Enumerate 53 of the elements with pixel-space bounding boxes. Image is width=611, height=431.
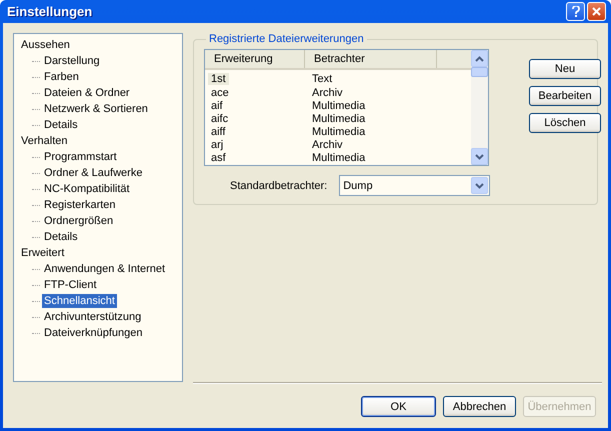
default-viewer-label: Standardbetrachter: xyxy=(230,180,328,192)
table-cell: Archiv xyxy=(312,139,343,152)
tree-item[interactable]: Registerkarten xyxy=(42,198,118,212)
close-icon xyxy=(592,7,601,16)
table-cell[interactable]: aifc xyxy=(208,112,232,125)
tree-item[interactable]: Farben xyxy=(42,70,81,84)
table-cell[interactable]: aiff xyxy=(208,126,228,138)
dialog-button[interactable]: Abbrechen xyxy=(443,396,516,417)
list-action-button[interactable]: Löschen xyxy=(529,113,601,133)
list-action-button[interactable]: Neu xyxy=(529,59,601,79)
scrollbar[interactable] xyxy=(471,50,488,165)
tree-item[interactable]: Dateien & Ordner xyxy=(42,86,132,100)
tree-item[interactable]: Erweitert xyxy=(19,246,66,260)
dialog-button[interactable]: OK xyxy=(361,396,436,417)
tree-item[interactable]: Netzwerk & Sortieren xyxy=(42,102,150,116)
tree-item[interactable]: Ordnergrößen xyxy=(42,214,116,228)
tree-item[interactable]: Details xyxy=(42,118,80,132)
list-action-button[interactable]: Bearbeiten xyxy=(529,86,601,106)
tree-item[interactable]: Darstellung xyxy=(42,54,102,68)
table-cell[interactable]: ace xyxy=(208,86,232,98)
window-title: Einstellungen xyxy=(7,4,94,19)
tree-item[interactable]: Verhalten xyxy=(19,134,70,148)
scroll-up-button[interactable] xyxy=(471,50,488,67)
table-cell: Archiv xyxy=(312,86,343,98)
column-header[interactable]: Erweiterung xyxy=(205,50,305,68)
help-icon xyxy=(572,6,580,17)
column-header[interactable]: Betrachter xyxy=(305,50,437,68)
group-title: Registrierte Dateierweiterungen xyxy=(208,33,365,45)
tree-item[interactable]: Anwendungen & Internet xyxy=(42,262,168,276)
tree-item[interactable]: Ordner & Laufwerke xyxy=(42,166,144,180)
tree-item[interactable]: Schnellansicht xyxy=(42,294,117,308)
table-cell: Multimedia xyxy=(312,152,366,164)
tree-item[interactable]: Programmstart xyxy=(42,150,119,164)
tree-item[interactable]: Archivunterstützung xyxy=(42,310,144,324)
help-button[interactable] xyxy=(566,2,585,21)
table-cell[interactable]: arj xyxy=(208,139,226,152)
scroll-down-button[interactable] xyxy=(471,148,488,165)
close-button[interactable] xyxy=(587,2,606,21)
table-cell[interactable]: asf xyxy=(208,152,229,164)
dropdown-button[interactable] xyxy=(471,177,488,194)
table-cell: Text xyxy=(312,73,332,86)
table-cell[interactable]: 1st xyxy=(208,73,229,86)
tree-item[interactable]: Aussehen xyxy=(19,38,72,52)
table-cell: Multimedia xyxy=(312,100,366,112)
scroll-thumb[interactable] xyxy=(471,67,488,77)
tree-item[interactable]: Dateiverknüpfungen xyxy=(42,326,144,340)
table-cell: Multimedia xyxy=(312,112,366,125)
tree-item[interactable]: Details xyxy=(42,230,80,244)
table-cell: Multimedia xyxy=(312,126,366,138)
tree-item[interactable]: NC-Kompatibilität xyxy=(42,182,132,196)
tree-item[interactable]: FTP-Client xyxy=(42,278,99,292)
default-viewer-dropdown[interactable]: Dump xyxy=(339,175,490,196)
table-cell[interactable]: aif xyxy=(208,100,226,112)
